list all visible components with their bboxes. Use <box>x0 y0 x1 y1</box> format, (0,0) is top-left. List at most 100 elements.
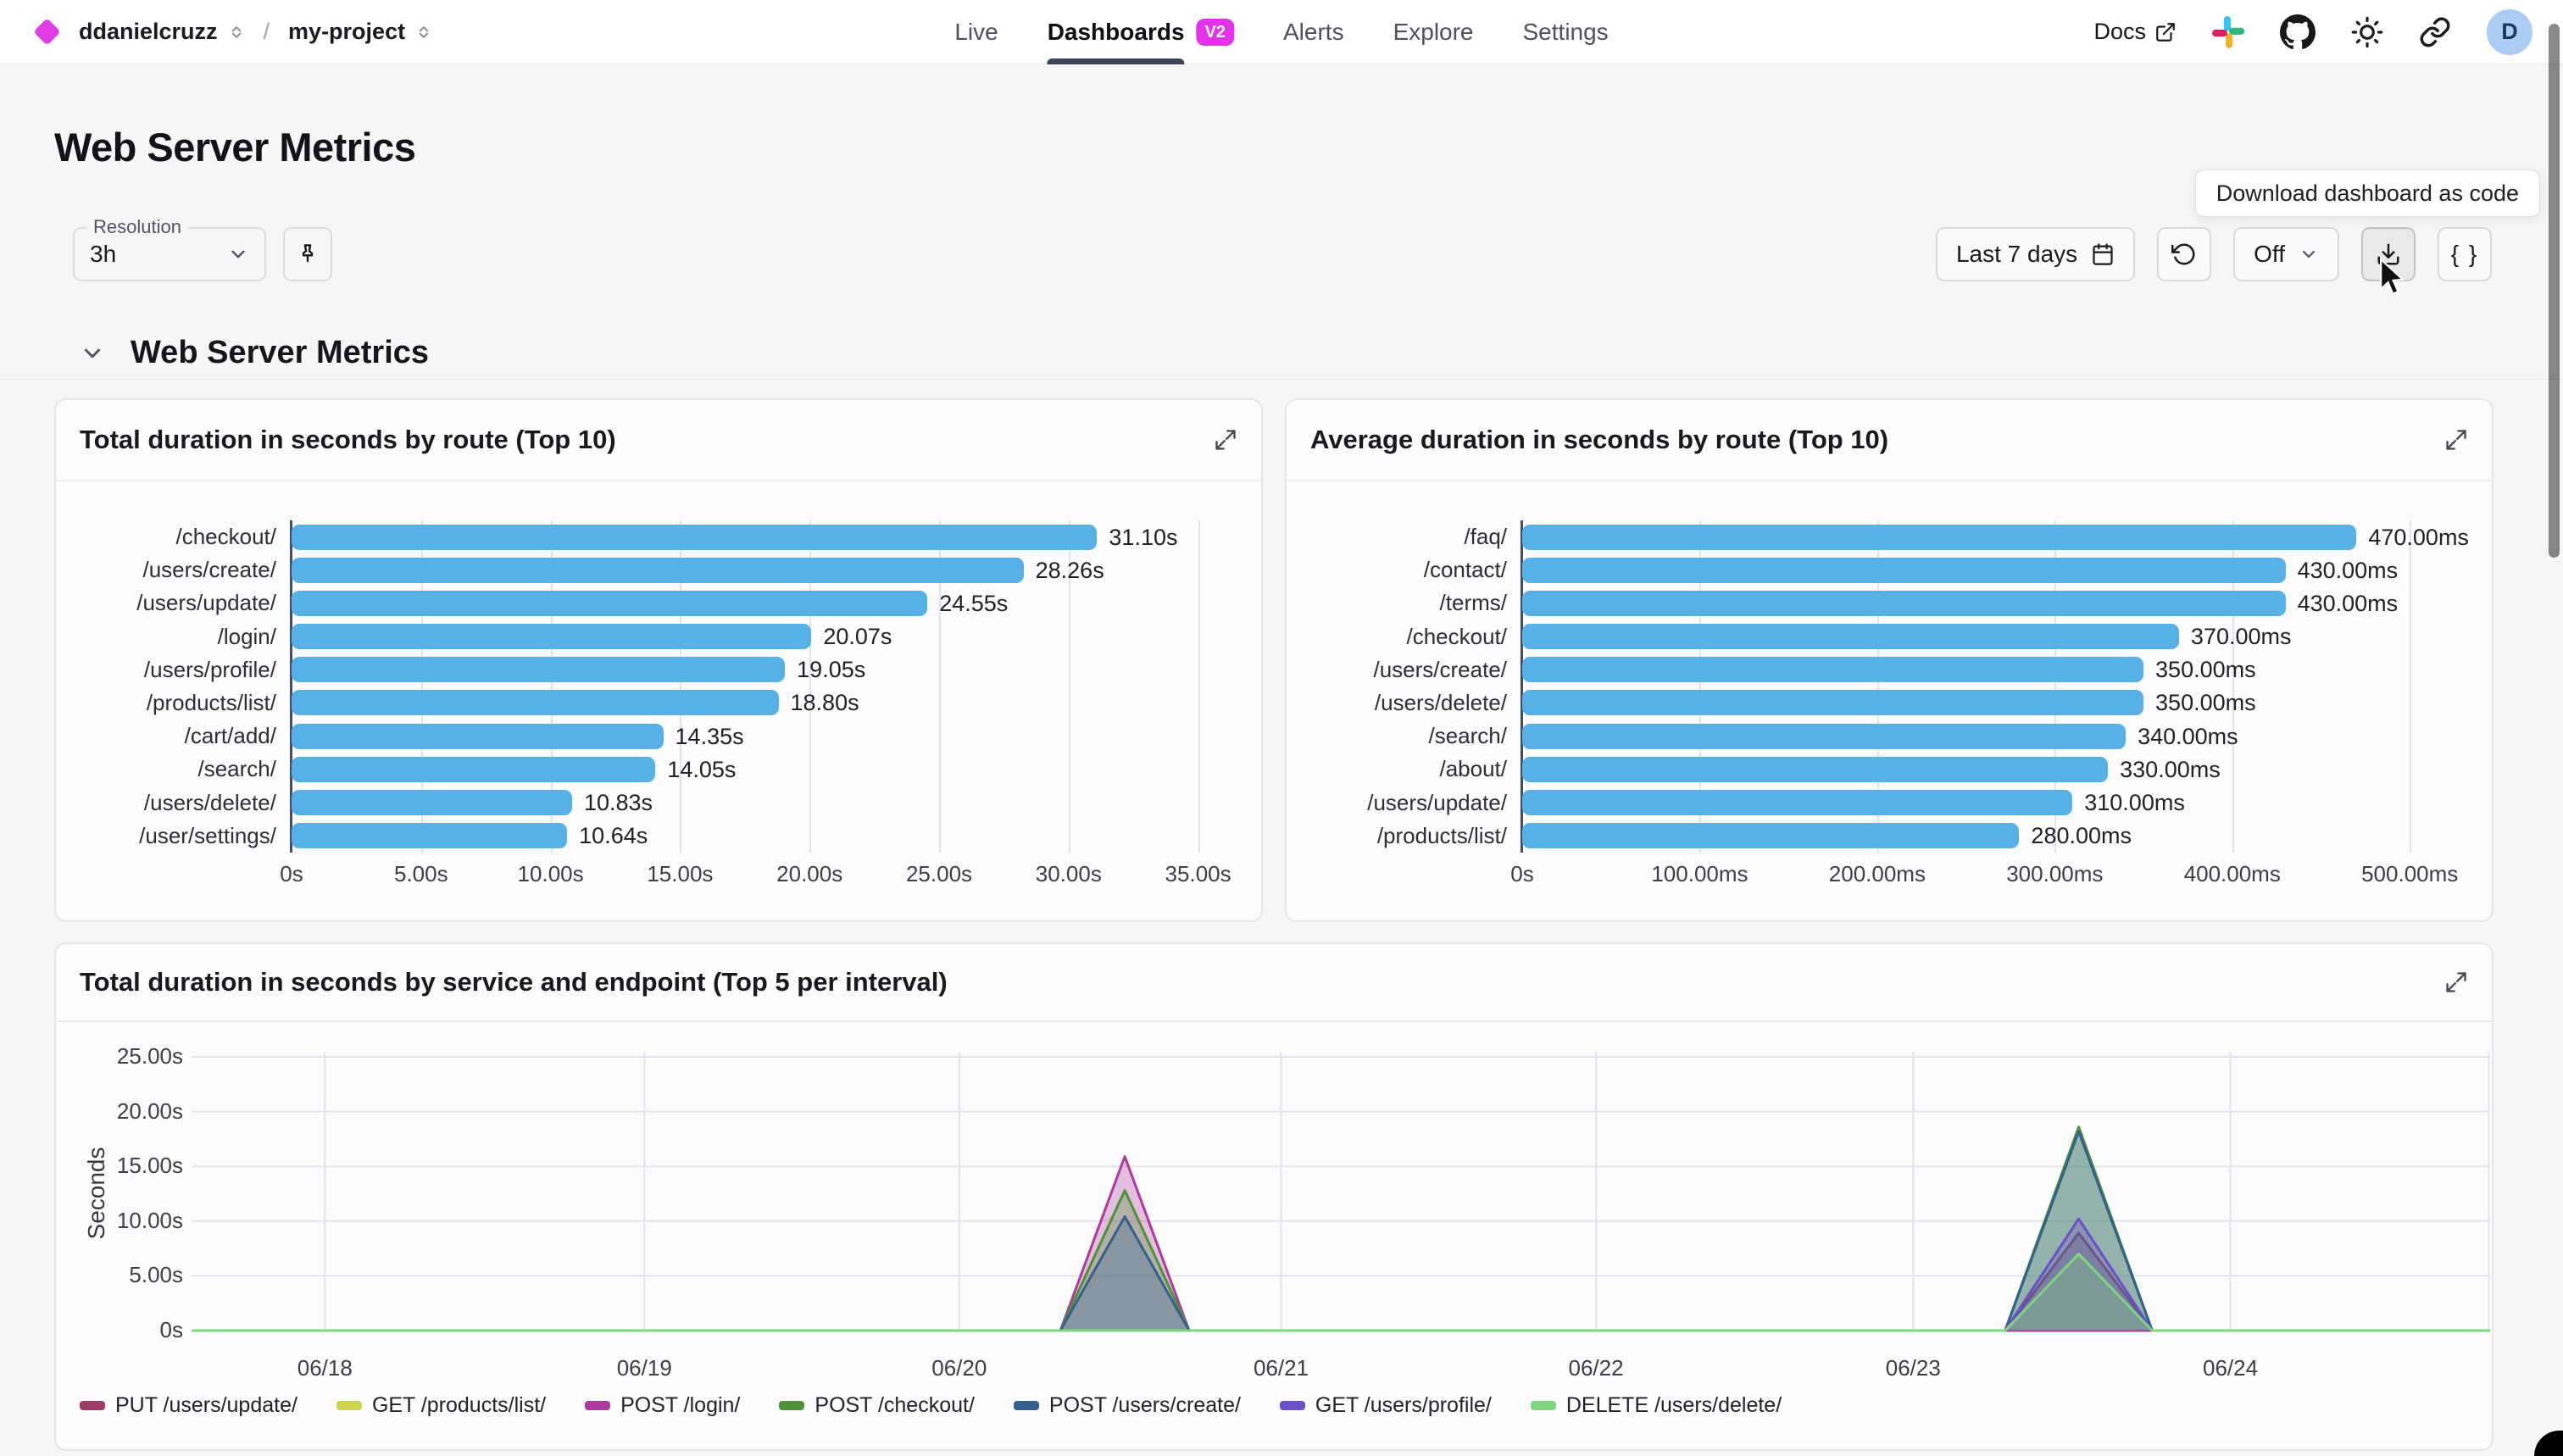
bar[interactable] <box>1522 690 2143 715</box>
bar[interactable] <box>292 690 779 715</box>
bar[interactable] <box>1522 525 2356 550</box>
category-label: /products/list/ <box>1307 823 1522 849</box>
auto-refresh-value: Off <box>2254 241 2285 268</box>
category-label: /faq/ <box>1307 524 1522 550</box>
x-axis-ticks: 06/1806/1906/2006/2106/2206/2306/24 <box>192 1355 2490 1384</box>
bar[interactable] <box>1522 558 2286 583</box>
org-selector[interactable]: ddanielcruzz <box>79 19 218 45</box>
tab-dashboards[interactable]: DashboardsV2 <box>1048 0 1234 64</box>
x-tick-label: 20.00s <box>776 861 842 887</box>
bar[interactable] <box>1522 724 2126 749</box>
legend-label: GET /users/profile/ <box>1315 1393 1492 1418</box>
resolution-label: Resolution <box>86 216 188 238</box>
legend-swatch <box>1280 1401 1305 1410</box>
category-label: /products/list/ <box>76 690 292 716</box>
bar-row: /cart/add/14.35s <box>76 720 1241 753</box>
expand-icon[interactable] <box>1214 428 1237 452</box>
x-tick-label: 06/23 <box>1886 1355 1941 1381</box>
bar[interactable] <box>1522 823 2019 848</box>
bar[interactable] <box>1522 757 2108 782</box>
theme-sun-icon[interactable] <box>2351 16 2383 48</box>
panel-title: Total duration in seconds by service and… <box>80 967 948 998</box>
time-range-button[interactable]: Last 7 days <box>1936 227 2135 281</box>
section-header[interactable]: Web Server Metrics <box>0 327 2563 380</box>
bar[interactable] <box>1522 591 2286 616</box>
resolution-select[interactable]: Resolution 3h <box>73 227 266 281</box>
tab-live[interactable]: Live <box>954 0 998 64</box>
legend-item[interactable]: GET /products/list/ <box>336 1393 546 1418</box>
brand-logo-icon[interactable] <box>33 18 61 46</box>
bar-value-label: 18.80s <box>791 690 859 715</box>
org-caret-updown-icon[interactable] <box>228 24 245 41</box>
bar[interactable] <box>292 591 927 616</box>
legend-swatch <box>779 1401 804 1410</box>
legend-swatch <box>80 1401 105 1410</box>
bar-value-label: 310.00ms <box>2084 790 2185 815</box>
panel-title: Total duration in seconds by route (Top … <box>80 425 616 455</box>
download-dashboard-button[interactable] <box>2361 227 2416 281</box>
docs-link[interactable]: Docs <box>2093 19 2177 45</box>
bar-value-label: 10.83s <box>584 790 653 815</box>
edit-json-button[interactable]: { } <box>2438 227 2492 281</box>
expand-icon[interactable] <box>2444 970 2468 994</box>
panel-header: Total duration in seconds by service and… <box>56 944 2492 1022</box>
category-label: /cart/add/ <box>76 723 292 749</box>
chart-panel-service-endpoint: Total duration in seconds by service and… <box>54 942 2494 1451</box>
x-tick-label: 10.00s <box>518 861 584 887</box>
category-label: /users/update/ <box>76 590 292 616</box>
bar[interactable] <box>292 790 572 815</box>
auto-refresh-select[interactable]: Off <box>2233 227 2339 281</box>
refresh-button[interactable] <box>2157 227 2211 281</box>
bar[interactable] <box>292 823 567 848</box>
bar-value-label: 350.00ms <box>2155 657 2256 682</box>
legend-item[interactable]: PUT /users/update/ <box>80 1393 297 1418</box>
x-tick-label: 06/21 <box>1254 1355 1309 1381</box>
legend-item[interactable]: GET /users/profile/ <box>1280 1393 1492 1418</box>
bar-track: 430.00ms <box>1522 553 2471 586</box>
tab-explore[interactable]: Explore <box>1393 0 1474 64</box>
project-selector[interactable]: my-project <box>288 19 405 45</box>
pin-resolution-button[interactable] <box>283 227 332 281</box>
user-avatar[interactable]: D <box>2487 9 2532 55</box>
legend-item[interactable]: POST /checkout/ <box>779 1393 975 1418</box>
tab-settings[interactable]: Settings <box>1523 0 1609 64</box>
bar[interactable] <box>292 757 655 782</box>
bar[interactable] <box>1522 790 2072 815</box>
slack-icon[interactable] <box>2212 16 2244 48</box>
tab-label: Dashboards <box>1048 19 1185 46</box>
expand-icon[interactable] <box>2444 428 2468 452</box>
bar-track: 350.00ms <box>1522 653 2471 686</box>
vertical-scrollbar[interactable] <box>2549 24 2560 558</box>
bar-track: 10.64s <box>292 820 1241 853</box>
area-chart: Seconds0s5.00s10.00s15.00s20.00s25.00s06… <box>56 1022 2492 1449</box>
y-tick-label: 5.00s <box>56 1262 183 1288</box>
series-post-login- <box>192 1157 2490 1331</box>
bar-value-label: 330.00ms <box>2120 757 2221 782</box>
bar[interactable] <box>1522 624 2179 649</box>
bar[interactable] <box>292 657 785 682</box>
bar[interactable] <box>292 724 664 749</box>
pin-icon <box>295 242 320 267</box>
share-link-icon[interactable] <box>2419 16 2451 48</box>
y-tick-label: 15.00s <box>56 1153 183 1179</box>
x-axis-ticks: 0s100.00ms200.00ms300.00ms400.00ms500.00… <box>1522 861 2471 890</box>
bar[interactable] <box>292 525 1097 550</box>
category-label: /checkout/ <box>76 524 292 550</box>
bar[interactable] <box>292 558 1024 583</box>
bar-row: /products/list/280.00ms <box>1307 820 2471 853</box>
bar[interactable] <box>292 624 811 649</box>
top-nav: ddanielcruzz / my-project LiveDashboards… <box>0 0 2563 64</box>
legend-item[interactable]: POST /users/create/ <box>1014 1393 1241 1418</box>
legend-item[interactable]: POST /login/ <box>585 1393 740 1418</box>
github-icon[interactable] <box>2280 14 2316 50</box>
section-collapse-chevron-icon[interactable] <box>80 341 105 366</box>
bar-row: /terms/430.00ms <box>1307 586 2471 620</box>
bar-row: /search/340.00ms <box>1307 720 2471 753</box>
legend-label: POST /checkout/ <box>814 1393 975 1418</box>
tab-label: Alerts <box>1283 19 1344 46</box>
tab-alerts[interactable]: Alerts <box>1283 0 1344 64</box>
bar[interactable] <box>1522 657 2143 682</box>
project-caret-updown-icon[interactable] <box>415 24 432 41</box>
legend-item[interactable]: DELETE /users/delete/ <box>1531 1393 1782 1418</box>
category-label: /login/ <box>76 624 292 650</box>
